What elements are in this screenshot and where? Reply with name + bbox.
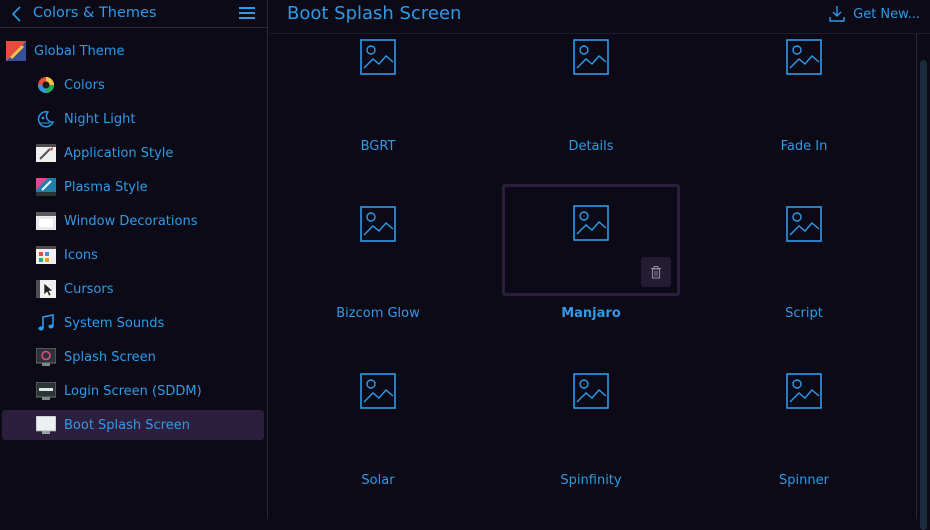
night-light-icon (36, 109, 56, 129)
image-placeholder-icon (360, 39, 396, 75)
theme-label-spinner: Spinner (779, 473, 829, 488)
theme-tile-script[interactable] (715, 185, 893, 297)
sidebar-item-label: Boot Splash Screen (64, 417, 190, 433)
sidebar-item-label: System Sounds (64, 315, 165, 331)
theme-tile-solar[interactable] (289, 352, 467, 464)
theme-label-solar: Solar (361, 473, 395, 488)
window-decorations-icon (36, 211, 56, 231)
theme-label-script: Script (785, 306, 823, 321)
sidebar-item-login-screen[interactable]: Login Screen (SDDM) (36, 376, 264, 406)
sidebar-item-plasma-style[interactable]: Plasma Style (36, 172, 264, 202)
image-placeholder-icon (360, 373, 396, 409)
back-arrow-icon[interactable] (10, 5, 24, 23)
theme-tile-manjaro[interactable] (502, 184, 680, 296)
theme-label-bgrt: BGRT (360, 139, 396, 154)
trash-icon (651, 265, 661, 279)
image-placeholder-icon (786, 373, 822, 409)
system-sounds-icon (36, 313, 56, 333)
sidebar-item-boot-splash-screen[interactable]: Boot Splash Screen (2, 410, 264, 440)
splash-screen-icon (36, 347, 56, 367)
image-placeholder-icon (573, 373, 609, 409)
sidebar-item-label: Cursors (64, 281, 114, 297)
theme-tile-fade-in[interactable] (715, 18, 893, 130)
theme-tile-spinner[interactable] (715, 352, 893, 464)
colors-icon (36, 75, 56, 95)
theme-label-fade-in: Fade In (780, 139, 828, 154)
theme-tile-spinfinity[interactable] (502, 352, 680, 464)
application-style-icon (36, 143, 56, 163)
theme-tile-details[interactable] (502, 18, 680, 130)
theme-label-manjaro: Manjaro (561, 306, 621, 321)
theme-tile-bgrt[interactable] (289, 18, 467, 130)
sidebar-item-splash-screen[interactable]: Splash Screen (36, 342, 264, 372)
image-placeholder-icon (786, 39, 822, 75)
sidebar-item-cursors[interactable]: Cursors (36, 274, 264, 304)
sidebar: Colors & Themes Global Theme Colors Nigh… (0, 0, 268, 519)
sidebar-item-icons[interactable]: Icons (36, 240, 264, 270)
sidebar-header: Colors & Themes (0, 0, 268, 28)
scrollbar-track (916, 34, 917, 519)
plasma-style-icon (36, 177, 56, 197)
sidebar-item-global-theme[interactable]: Global Theme (6, 36, 264, 66)
sidebar-item-label: Plasma Style (64, 179, 148, 195)
delete-theme-button[interactable] (641, 257, 671, 287)
sidebar-item-label: Colors (64, 77, 105, 93)
theme-tile-bizcom-glow[interactable] (289, 185, 467, 297)
sidebar-item-label: Splash Screen (64, 349, 156, 365)
sidebar-item-window-decorations[interactable]: Window Decorations (36, 206, 264, 236)
sidebar-item-label: Login Screen (SDDM) (64, 383, 202, 399)
vertical-scrollbar[interactable] (912, 34, 930, 530)
sidebar-item-system-sounds[interactable]: System Sounds (36, 308, 264, 338)
icons-icon (36, 245, 56, 265)
sidebar-title: Colors & Themes (33, 5, 157, 21)
cursors-icon (36, 279, 56, 299)
sidebar-item-label: Night Light (64, 111, 136, 127)
sidebar-item-night-light[interactable]: Night Light (36, 104, 264, 134)
theme-label-details: Details (568, 139, 614, 154)
image-placeholder-icon (360, 206, 396, 242)
global-theme-icon (6, 41, 26, 61)
sidebar-item-label: Global Theme (34, 43, 125, 59)
sidebar-item-application-style[interactable]: Application Style (36, 138, 264, 168)
image-placeholder-icon (786, 206, 822, 242)
sidebar-item-colors[interactable]: Colors (36, 70, 264, 100)
sidebar-item-label: Application Style (64, 145, 174, 161)
main-panel: Boot Splash Screen Get New... BGRT Detai… (269, 0, 930, 530)
image-placeholder-icon (573, 39, 609, 75)
theme-label-spinfinity: Spinfinity (560, 473, 622, 488)
hamburger-menu-icon[interactable] (238, 5, 256, 21)
sidebar-item-label: Window Decorations (64, 213, 198, 229)
boot-splash-screen-icon (36, 415, 56, 435)
sidebar-item-label: Icons (64, 247, 98, 263)
image-placeholder-icon (573, 205, 609, 241)
login-screen-icon (36, 381, 56, 401)
theme-label-bizcom-glow: Bizcom Glow (336, 306, 420, 321)
scrollbar-thumb[interactable] (920, 60, 927, 530)
